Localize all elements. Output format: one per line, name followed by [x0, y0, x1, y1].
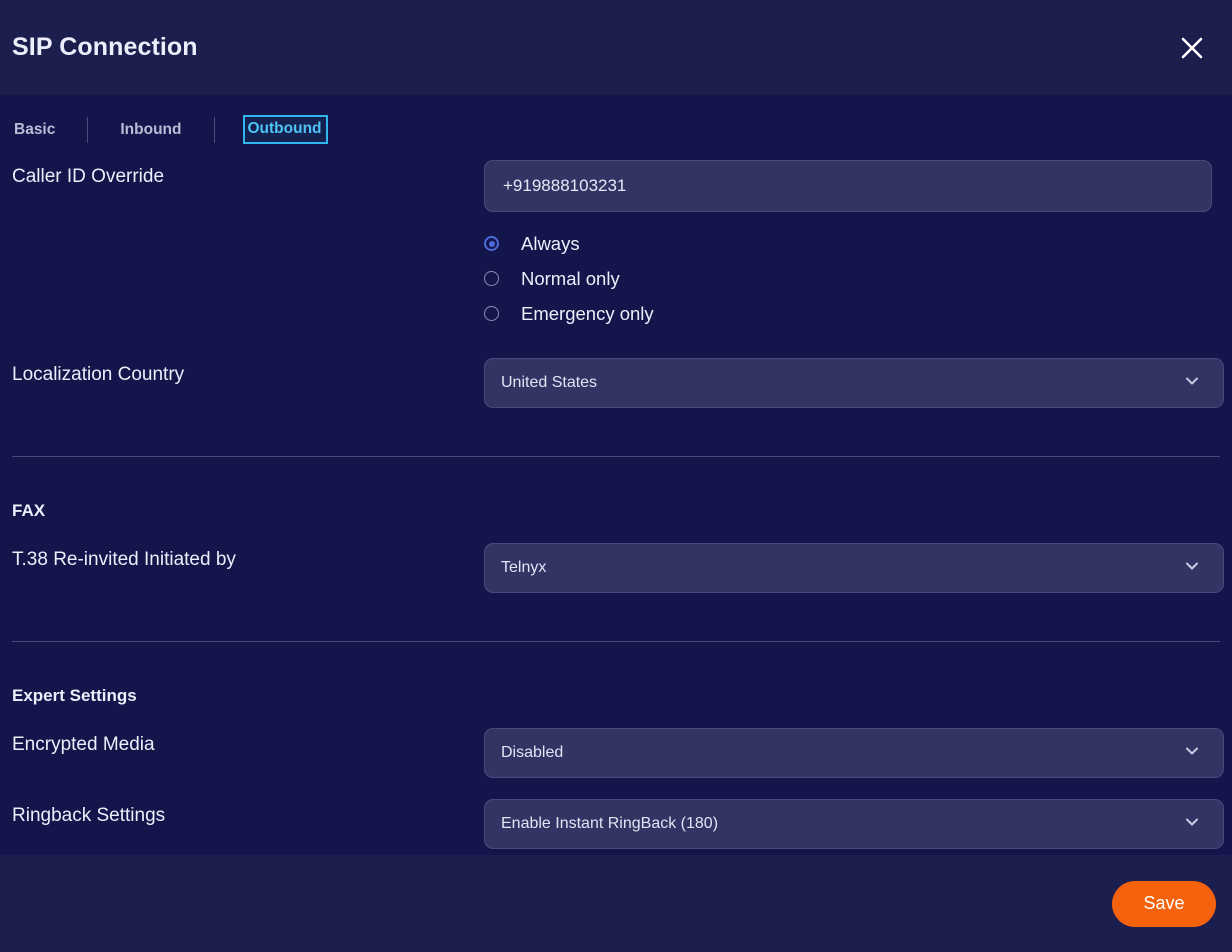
dialog-body: Basic Inbound Outbound Caller ID Overrid…	[0, 95, 1232, 855]
ringback-settings-row: Ringback Settings Enable Instant RingBac…	[12, 799, 1224, 849]
encrypted-media-select[interactable]: Disabled	[484, 728, 1224, 778]
caller-id-override-row: Caller ID Override Always Normal only Em…	[12, 160, 1220, 331]
page-title: SIP Connection	[12, 33, 198, 61]
section-divider-fax	[12, 456, 1220, 457]
radio-option-always[interactable]: Always	[484, 226, 1220, 261]
tab-inbound[interactable]: Inbound	[118, 119, 183, 141]
encrypted-media-control: Disabled	[484, 728, 1224, 778]
tab-divider	[87, 116, 89, 143]
dialog-header: SIP Connection	[0, 0, 1232, 95]
chevron-down-icon	[1183, 372, 1201, 395]
t38-reinvite-value: Telnyx	[501, 559, 547, 576]
radio-icon-emergency-only[interactable]	[484, 306, 499, 321]
radio-icon-always[interactable]	[484, 236, 499, 251]
localization-country-control: United States	[484, 358, 1224, 408]
radio-label-emergency-only: Emergency only	[521, 302, 654, 324]
radio-icon-normal-only[interactable]	[484, 271, 499, 286]
save-button[interactable]: Save	[1112, 880, 1216, 927]
t38-reinvite-select[interactable]: Telnyx	[484, 543, 1224, 593]
close-button[interactable]	[1170, 26, 1214, 70]
tab-divider	[213, 116, 215, 143]
section-divider-expert	[12, 641, 1220, 642]
ringback-settings-select[interactable]: Enable Instant RingBack (180)	[484, 799, 1224, 849]
caller-id-override-label: Caller ID Override	[12, 166, 165, 187]
radio-option-normal-only[interactable]: Normal only	[484, 261, 1220, 296]
close-icon	[1179, 35, 1205, 61]
localization-country-label: Localization Country	[12, 364, 185, 385]
tab-outbound[interactable]: Outbound	[242, 115, 328, 144]
encrypted-media-label: Encrypted Media	[12, 734, 155, 755]
section-title-expert-settings: Expert Settings	[12, 686, 137, 705]
ringback-settings-control: Enable Instant RingBack (180)	[484, 799, 1224, 849]
ringback-settings-label: Ringback Settings	[12, 805, 166, 826]
localization-country-select[interactable]: United States	[484, 358, 1224, 408]
t38-reinvite-control: Telnyx	[484, 543, 1224, 593]
encrypted-media-value: Disabled	[501, 744, 564, 761]
dialog-footer: Save	[0, 855, 1232, 952]
caller-id-override-control: Always Normal only Emergency only	[484, 160, 1220, 331]
localization-country-row: Localization Country United States	[12, 358, 1224, 408]
tab-basic[interactable]: Basic	[12, 119, 57, 141]
radio-option-emergency-only[interactable]: Emergency only	[484, 296, 1220, 331]
ringback-settings-value: Enable Instant RingBack (180)	[501, 815, 719, 832]
encrypted-media-row: Encrypted Media Disabled	[12, 728, 1224, 778]
caller-id-override-input[interactable]	[484, 160, 1212, 212]
radio-label-always: Always	[521, 232, 580, 254]
tab-bar: Basic Inbound Outbound	[12, 95, 1220, 158]
t38-reinvite-label: T.38 Re-invited Initiated by	[12, 549, 236, 570]
caller-id-mode-radio-group: Always Normal only Emergency only	[484, 212, 1220, 331]
sip-connection-dialog: SIP Connection Basic Inbound Outbound Ca…	[0, 0, 1232, 952]
t38-reinvite-row: T.38 Re-invited Initiated by Telnyx	[12, 543, 1224, 593]
chevron-down-icon	[1183, 557, 1201, 580]
chevron-down-icon	[1183, 742, 1201, 765]
chevron-down-icon	[1183, 813, 1201, 836]
localization-country-value: United States	[501, 374, 598, 391]
section-title-fax: FAX	[12, 501, 46, 520]
radio-label-normal-only: Normal only	[521, 267, 620, 289]
